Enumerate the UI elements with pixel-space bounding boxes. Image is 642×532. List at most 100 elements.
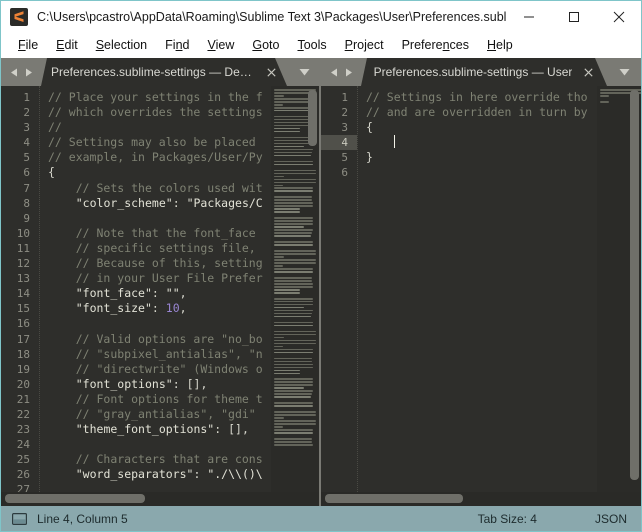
minimap-line — [274, 396, 311, 398]
minimap-line — [274, 226, 304, 228]
minimap-line — [274, 426, 284, 428]
minimap-line — [274, 429, 314, 431]
menu-item-find[interactable]: Find — [156, 35, 198, 55]
editor-pane-left-body: 1 2 3 4 5 6 7 8 9 10 11 12 13 14 15 16 17 18 19 20 21 22 23 24 2… — [1, 86, 319, 492]
code-line: // specific settings file, — [75, 240, 256, 255]
minimap-line — [274, 235, 311, 237]
code-line: // Sets the colors used wit — [75, 180, 263, 195]
tab-preferences-default[interactable]: Preferences.sublime-settings — Default — [41, 58, 287, 86]
tab-dropdown-right[interactable] — [607, 58, 641, 86]
horizontal-scrollbar-track[interactable] — [321, 492, 641, 506]
code-line: { — [366, 120, 373, 135]
line-number: 16 — [16, 317, 30, 331]
menu-item-tools[interactable]: Tools — [288, 35, 335, 55]
chevron-down-icon — [619, 69, 629, 76]
tab-dropdown-left[interactable] — [287, 58, 321, 86]
sidebar-toggle-icon[interactable] — [11, 511, 27, 527]
minimize-button[interactable] — [506, 1, 551, 32]
status-bar: Line 4, Column 5 Tab Size: 4 JSON — [1, 506, 641, 531]
syntax-setting[interactable]: JSON — [595, 512, 627, 526]
minimap-line — [274, 118, 312, 121]
editor-area: 1 2 3 4 5 6 7 8 9 10 11 12 13 14 15 16 17 18 19 20 21 22 23 24 2… — [1, 86, 641, 506]
minimap-line — [274, 151, 312, 154]
menu-item-preferences[interactable]: Preferences — [393, 35, 478, 55]
minimap-line — [274, 291, 301, 294]
close-button[interactable] — [596, 1, 641, 32]
line-number: 2 — [23, 106, 30, 120]
minimap-line — [600, 100, 610, 103]
minimap[interactable] — [271, 86, 319, 492]
minimap-line — [274, 297, 314, 300]
tab-size-setting[interactable]: Tab Size: 4 — [478, 512, 537, 526]
line-number: 2 — [341, 106, 348, 120]
code-line: // Settings in here override tho — [366, 90, 588, 104]
minimap-line — [274, 288, 301, 291]
line-number: 7 — [23, 181, 30, 195]
minimap-line — [274, 357, 312, 360]
cursor-position[interactable]: Line 4, Column 5 — [37, 512, 128, 526]
minimap-line — [274, 277, 312, 279]
minimap-line — [274, 390, 314, 393]
text-cursor — [393, 135, 395, 149]
minimize-icon — [523, 16, 534, 17]
menu-item-edit[interactable]: Edit — [47, 35, 87, 55]
tab-nav-arrows-right[interactable] — [321, 58, 361, 86]
tab-close-button[interactable] — [265, 66, 277, 78]
close-icon — [613, 11, 624, 22]
line-number: 22 — [16, 407, 30, 421]
minimap-line — [274, 366, 314, 369]
minimap-line — [274, 333, 316, 336]
minimap-line — [274, 402, 314, 404]
menu-item-view[interactable]: View — [198, 35, 243, 55]
minimap-line — [274, 330, 316, 333]
vertical-scrollbar[interactable] — [308, 90, 317, 146]
menu-item-file[interactable]: File — [9, 35, 47, 55]
minimap-line — [274, 199, 312, 202]
arrow-left-icon — [10, 68, 17, 76]
minimap-line — [274, 202, 314, 204]
sublime-text-window: C:\Users\pcastro\AppData\Roaming\Sublime… — [0, 0, 642, 532]
minimap-line — [274, 244, 314, 246]
minimap-line — [274, 154, 311, 157]
horizontal-scrollbar-thumb[interactable] — [325, 494, 463, 503]
code-line: // example, in Packages/User/Py — [48, 150, 263, 165]
line-number: 6 — [23, 166, 30, 180]
code-content[interactable]: // Place your settings in the f// which … — [39, 86, 271, 492]
line-number: 26 — [16, 468, 30, 482]
minimap-line — [600, 94, 610, 97]
horizontal-scrollbar-thumb[interactable] — [5, 494, 145, 503]
tab-close-button[interactable] — [582, 66, 594, 78]
minimap-line — [274, 223, 314, 225]
minimap-line — [274, 127, 301, 130]
menu-item-help[interactable]: Help — [478, 35, 522, 55]
minimap-line — [274, 414, 316, 416]
line-number: 11 — [16, 241, 30, 255]
menu-item-goto[interactable]: Goto — [243, 35, 288, 55]
minimap-line — [274, 181, 316, 184]
line-number: 8 — [23, 196, 30, 210]
tab-preferences-user[interactable]: Preferences.sublime-settings — User — [361, 58, 607, 86]
line-number: 13 — [16, 272, 30, 286]
minimap-line — [274, 444, 314, 446]
code-line: "font_face": "", — [75, 286, 187, 301]
vertical-scrollbar[interactable] — [630, 90, 639, 480]
minimap-line — [274, 94, 285, 97]
menu-item-selection[interactable]: Selection — [87, 35, 156, 55]
code-line: "color_scheme": "Packages/C — [75, 195, 263, 210]
minimap-line — [274, 405, 314, 407]
menu-item-project[interactable]: Project — [336, 35, 393, 55]
line-number: 14 — [16, 287, 30, 301]
tab-label: Preferences.sublime-settings — User — [373, 65, 573, 79]
code-line: // Font options for theme t — [75, 391, 263, 406]
code-content[interactable]: // Settings in here override tho// and a… — [357, 86, 597, 492]
tab-bar: Preferences.sublime-settings — Default P… — [1, 58, 641, 86]
minimap[interactable] — [597, 86, 641, 492]
minimap-line — [274, 265, 284, 267]
maximize-button[interactable] — [551, 1, 596, 32]
minimap-line — [274, 184, 284, 187]
line-number: 6 — [341, 166, 348, 180]
tab-nav-arrows-left[interactable] — [1, 58, 41, 86]
horizontal-scrollbar-track[interactable] — [1, 492, 319, 506]
minimap-line — [274, 256, 285, 258]
